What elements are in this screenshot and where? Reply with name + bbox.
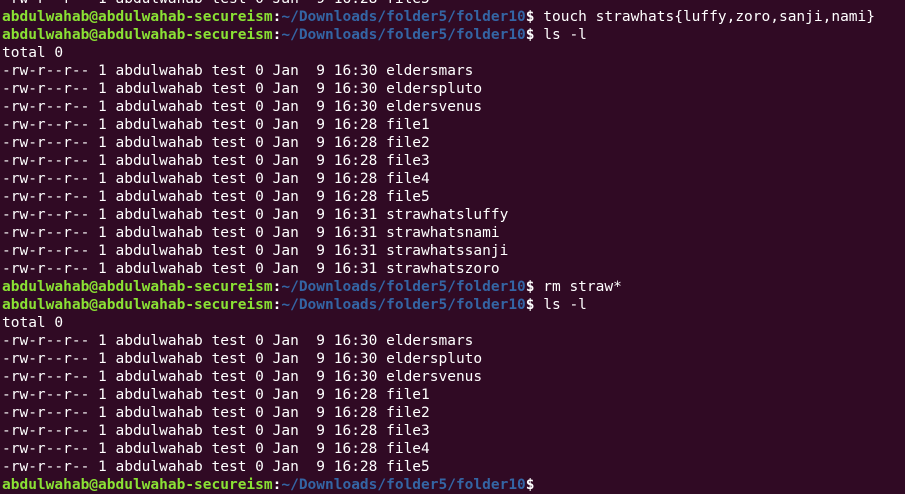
output-line: -rw-r--r-- 1 abdulwahab test 0 Jan 9 16:… bbox=[2, 422, 905, 440]
output-text: -rw-r--r-- 1 abdulwahab test 0 Jan 9 16:… bbox=[2, 225, 500, 241]
output-text: -rw-r--r-- 1 abdulwahab test 0 Jan 9 16:… bbox=[2, 261, 500, 277]
output-line: total 0 bbox=[2, 314, 905, 332]
prompt-line: abdulwahab@abdulwahab-secureism:~/Downlo… bbox=[2, 26, 905, 44]
output-line: -rw-r--r-- 1 abdulwahab test 0 Jan 9 16:… bbox=[2, 152, 905, 170]
output-line: -rw-r--r-- 1 abdulwahab test 0 Jan 9 16:… bbox=[2, 116, 905, 134]
output-text: -rw-r--r-- 1 abdulwahab test 0 Jan 9 16:… bbox=[2, 333, 474, 349]
output-line: -rw-r--r-- 1 abdulwahab test 0 Jan 9 16:… bbox=[2, 62, 905, 80]
prompt-line: abdulwahab@abdulwahab-secureism:~/Downlo… bbox=[2, 476, 905, 494]
prompt-path: ~/Downloads/folder5/folder10 bbox=[281, 297, 526, 313]
output-line: total 0 bbox=[2, 44, 905, 62]
output-text: -rw-r--r-- 1 abdulwahab test 0 Jan 9 16:… bbox=[2, 207, 509, 223]
output-text: -rw-r--r-- 1 abdulwahab test 0 Jan 9 16:… bbox=[2, 171, 430, 187]
command-text: ls -l bbox=[543, 297, 587, 313]
output-text: -rw-r--r-- 1 abdulwahab test 0 Jan 9 16:… bbox=[2, 243, 509, 259]
output-text: -rw-r--r-- 1 abdulwahab test 0 Jan 9 16:… bbox=[2, 441, 430, 457]
command-text: ls -l bbox=[543, 27, 587, 43]
output-line: -rw-r--r-- 1 abdulwahab test 0 Jan 9 16:… bbox=[2, 242, 905, 260]
prompt-user-host: abdulwahab@abdulwahab-secureism bbox=[2, 279, 273, 295]
output-line: -rw-r--r-- 1 abdulwahab test 0 Jan 9 16:… bbox=[2, 170, 905, 188]
prompt-user-host: abdulwahab@abdulwahab-secureism bbox=[2, 297, 273, 313]
terminal-output[interactable]: -rw-r--r-- 1 abdulwahab test 0 Jan 9 16:… bbox=[2, 0, 905, 494]
output-line: -rw-r--r-- 1 abdulwahab test 0 Jan 9 16:… bbox=[2, 206, 905, 224]
output-text: -rw-r--r-- 1 abdulwahab test 0 Jan 9 16:… bbox=[2, 153, 430, 169]
output-text: -rw-r--r-- 1 abdulwahab test 0 Jan 9 16:… bbox=[2, 423, 430, 439]
output-line: -rw-r--r-- 1 abdulwahab test 0 Jan 9 16:… bbox=[2, 224, 905, 242]
prompt-line: abdulwahab@abdulwahab-secureism:~/Downlo… bbox=[2, 8, 905, 26]
output-text: -rw-r--r-- 1 abdulwahab test 0 Jan 9 16:… bbox=[2, 387, 430, 403]
prompt-path: ~/Downloads/folder5/folder10 bbox=[281, 477, 526, 493]
output-text: -rw-r--r-- 1 abdulwahab test 0 Jan 9 16:… bbox=[2, 0, 430, 7]
command-text: touch strawhats{luffy,zoro,sanji,nami} bbox=[543, 9, 875, 25]
output-text: -rw-r--r-- 1 abdulwahab test 0 Jan 9 16:… bbox=[2, 63, 474, 79]
prompt-symbol: $ bbox=[525, 297, 544, 313]
output-text: -rw-r--r-- 1 abdulwahab test 0 Jan 9 16:… bbox=[2, 81, 483, 97]
prompt-symbol: $ bbox=[525, 27, 544, 43]
output-text: -rw-r--r-- 1 abdulwahab test 0 Jan 9 16:… bbox=[2, 117, 430, 133]
prompt-user-host: abdulwahab@abdulwahab-secureism bbox=[2, 9, 273, 25]
prompt-symbol: $ bbox=[525, 477, 544, 493]
output-line: -rw-r--r-- 1 abdulwahab test 0 Jan 9 16:… bbox=[2, 80, 905, 98]
output-text: -rw-r--r-- 1 abdulwahab test 0 Jan 9 16:… bbox=[2, 189, 430, 205]
output-line: -rw-r--r-- 1 abdulwahab test 0 Jan 9 16:… bbox=[2, 440, 905, 458]
prompt-user-host: abdulwahab@abdulwahab-secureism bbox=[2, 477, 273, 493]
prompt-path: ~/Downloads/folder5/folder10 bbox=[281, 9, 526, 25]
output-line: -rw-r--r-- 1 abdulwahab test 0 Jan 9 16:… bbox=[2, 386, 905, 404]
output-line: -rw-r--r-- 1 abdulwahab test 0 Jan 9 16:… bbox=[2, 260, 905, 278]
output-line: -rw-r--r-- 1 abdulwahab test 0 Jan 9 16:… bbox=[2, 350, 905, 368]
output-text: -rw-r--r-- 1 abdulwahab test 0 Jan 9 16:… bbox=[2, 135, 430, 151]
output-line: -rw-r--r-- 1 abdulwahab test 0 Jan 9 16:… bbox=[2, 458, 905, 476]
output-line: -rw-r--r-- 1 abdulwahab test 0 Jan 9 16:… bbox=[2, 368, 905, 386]
prompt-symbol: $ bbox=[525, 279, 544, 295]
prompt-user-host: abdulwahab@abdulwahab-secureism bbox=[2, 27, 273, 43]
output-text: -rw-r--r-- 1 abdulwahab test 0 Jan 9 16:… bbox=[2, 405, 430, 421]
prompt-line: abdulwahab@abdulwahab-secureism:~/Downlo… bbox=[2, 296, 905, 314]
output-line: -rw-r--r-- 1 abdulwahab test 0 Jan 9 16:… bbox=[2, 188, 905, 206]
command-text: rm straw* bbox=[543, 279, 622, 295]
prompt-symbol: $ bbox=[525, 9, 544, 25]
output-text: total 0 bbox=[2, 45, 64, 61]
output-line: -rw-r--r-- 1 abdulwahab test 0 Jan 9 16:… bbox=[2, 0, 905, 8]
output-text: -rw-r--r-- 1 abdulwahab test 0 Jan 9 16:… bbox=[2, 351, 483, 367]
output-line: -rw-r--r-- 1 abdulwahab test 0 Jan 9 16:… bbox=[2, 98, 905, 116]
output-text: -rw-r--r-- 1 abdulwahab test 0 Jan 9 16:… bbox=[2, 99, 483, 115]
prompt-path: ~/Downloads/folder5/folder10 bbox=[281, 279, 526, 295]
output-text: total 0 bbox=[2, 315, 64, 331]
output-text: -rw-r--r-- 1 abdulwahab test 0 Jan 9 16:… bbox=[2, 459, 430, 475]
output-line: -rw-r--r-- 1 abdulwahab test 0 Jan 9 16:… bbox=[2, 134, 905, 152]
prompt-path: ~/Downloads/folder5/folder10 bbox=[281, 27, 526, 43]
output-line: -rw-r--r-- 1 abdulwahab test 0 Jan 9 16:… bbox=[2, 332, 905, 350]
output-line: -rw-r--r-- 1 abdulwahab test 0 Jan 9 16:… bbox=[2, 404, 905, 422]
prompt-line: abdulwahab@abdulwahab-secureism:~/Downlo… bbox=[2, 278, 905, 296]
output-text: -rw-r--r-- 1 abdulwahab test 0 Jan 9 16:… bbox=[2, 369, 483, 385]
